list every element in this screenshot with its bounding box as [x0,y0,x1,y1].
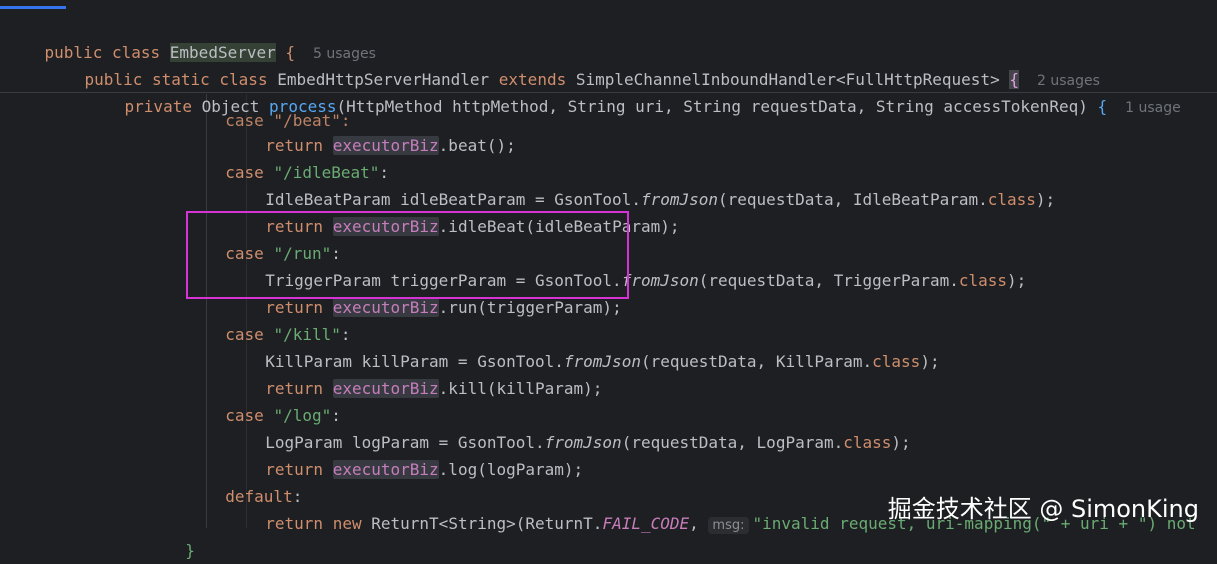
code-text: (requestData, KillParam. [640,352,873,371]
keyword: class [987,190,1036,209]
code-line[interactable]: } [166,510,195,560]
code-text: ); [891,433,911,452]
code-text: ReturnT<String>(ReturnT. [371,514,603,533]
code-line[interactable]: return executorBiz.idleBeat(idleBeatPara… [246,186,680,236]
usages-hint[interactable]: 1 usage [1125,100,1181,116]
sticky-line-inner-class[interactable]: public static class EmbedHttpServerHandl… [46,39,1100,89]
code-line[interactable]: IdleBeatParam idleBeatParam = GsonTool.f… [246,159,1055,209]
method-name: process [269,97,337,116]
parameter-hint: msg: [708,517,749,534]
closing-brace: } [185,541,195,560]
code-text: .log(logParam); [438,460,584,479]
editor-tab-bar [0,0,1217,8]
type-name: Object [201,97,260,116]
code-line[interactable]: default: [206,456,302,506]
code-text: ); [1007,271,1027,290]
field-ref: executorBiz [332,379,439,398]
code-text: , [689,514,699,533]
code-text: .kill(killParam); [438,379,603,398]
code-line[interactable]: LogParam logParam = GsonTool.fromJson(re… [246,402,910,452]
active-tab-indicator[interactable] [0,6,66,9]
code-text: .beat(); [438,136,516,155]
code-line[interactable]: KillParam killParam = GsonTool.fromJson(… [246,321,939,371]
brace: { [1097,97,1108,116]
code-text: (requestData, TriggerParam. [698,271,959,290]
code-line[interactable]: return executorBiz.kill(killParam); [246,348,602,398]
keyword: new [332,514,362,533]
code-line[interactable]: return executorBiz.log(logParam); [246,429,583,479]
code-line[interactable]: case "/idleBeat": [206,132,389,182]
highlight-box [186,211,629,299]
keyword: private [124,97,192,116]
sticky-line-class[interactable]: public class EmbedServer {5 usages [6,12,376,62]
code-text: (requestData, LogParam. [621,433,844,452]
sticky-scroll-header: public class EmbedServer {5 usages publi… [0,10,1217,116]
keyword: class [872,352,921,371]
method-signature: (HttpMethod httpMethod, String uri, Stri… [336,97,1088,116]
constant: FAIL_CODE [602,514,690,533]
keyword: class [843,433,892,452]
keyword: class [958,271,1008,290]
code-text: (requestData, IdleBeatParam. [718,190,988,209]
code-line[interactable]: case "/log": [206,375,341,425]
watermark: 掘金技术社区 @ SimonKing [887,495,1199,523]
keyword: return [265,514,324,533]
code-text: ); [1035,190,1056,209]
code-text: .run(triggerParam); [438,298,622,317]
method-call: fromJson [621,271,699,290]
field-ref: executorBiz [332,460,439,479]
sticky-line-method[interactable]: private Object process(HttpMethod httpMe… [86,66,1181,116]
code-text: ); [920,352,940,371]
